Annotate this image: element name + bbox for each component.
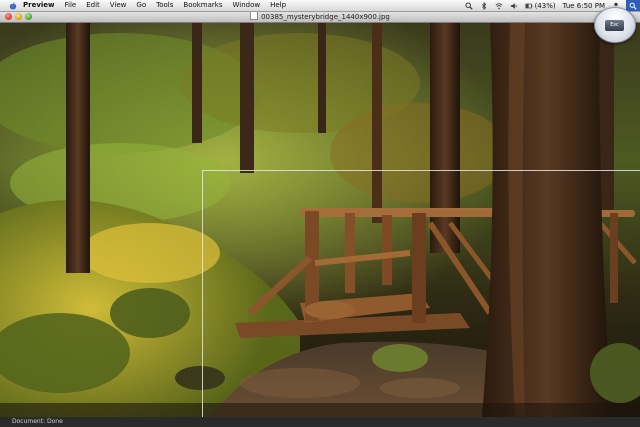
menu-clock[interactable]: Tue 6:50 PM (563, 2, 605, 10)
window-title-text: 00385_mysterybridge_1440x900.jpg (261, 13, 390, 21)
spotlight-icon (629, 2, 637, 10)
menu-bar: Preview File Edit View Go Tools Bookmark… (0, 0, 640, 12)
menu-app-preview[interactable]: Preview (23, 0, 55, 11)
exit-fullscreen-hint[interactable]: Esc (594, 7, 636, 43)
wifi-icon[interactable] (495, 2, 503, 10)
menu-edit[interactable]: Edit (86, 0, 100, 11)
apple-icon[interactable] (9, 1, 17, 10)
status-text: Document: Done (12, 418, 63, 425)
magnifier-icon[interactable] (465, 1, 473, 10)
selection-rectangle[interactable] (202, 170, 640, 420)
menu-go[interactable]: Go (136, 0, 146, 11)
status-bar: Document: Done (0, 417, 640, 427)
menu-view[interactable]: View (110, 0, 127, 11)
battery-indicator[interactable]: (43%) (525, 2, 556, 10)
document-icon (250, 11, 259, 20)
menu-file[interactable]: File (65, 0, 77, 11)
window-titlebar[interactable]: 00385_mysterybridge_1440x900.jpg (0, 11, 640, 23)
menu-help[interactable]: Help (270, 0, 286, 11)
menu-window[interactable]: Window (233, 0, 261, 11)
esc-key-icon: Esc (605, 20, 624, 31)
menu-bookmarks[interactable]: Bookmarks (183, 0, 222, 11)
menu-tools[interactable]: Tools (156, 0, 173, 11)
spotlight-button[interactable] (626, 0, 640, 11)
bluetooth-icon[interactable] (480, 1, 488, 10)
window-title: 00385_mysterybridge_1440x900.jpg (0, 11, 640, 23)
volume-icon[interactable] (510, 2, 518, 10)
battery-percent: (43%) (534, 1, 556, 10)
battery-icon (525, 3, 532, 8)
